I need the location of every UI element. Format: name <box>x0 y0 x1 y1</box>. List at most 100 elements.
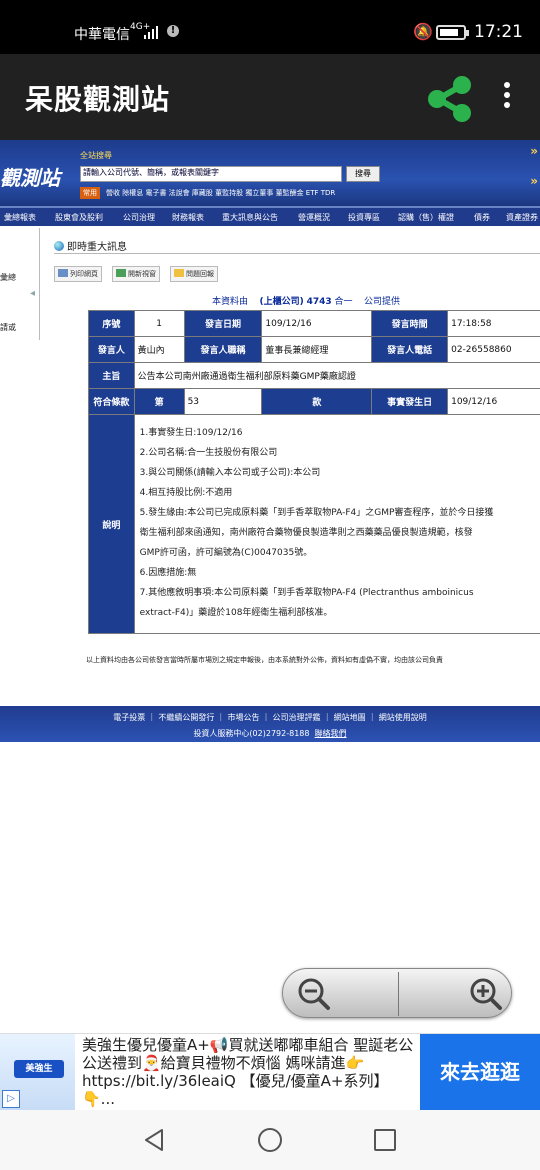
site-logo: 觀測站 <box>0 166 60 190</box>
nav-item[interactable]: 投資專區 <box>348 212 380 223</box>
date-value: 109/12/16 <box>261 310 373 337</box>
app-title: 呆股觀測站 <box>25 83 171 116</box>
sidebar-item[interactable]: 彙總 <box>0 272 16 283</box>
description-line: 7.其他應敘明事項:本公司原料藥「到手香萃取物PA-F4 (Plectranth… <box>139 588 474 598</box>
description-line: extract-F4)」藥證於108年經衛生福利部核准。 <box>139 608 333 618</box>
ad-cta-button[interactable]: 來去逛逛 <box>420 1034 540 1110</box>
webview: 觀測站 全站搜尋 請輸入公司代號、簡稱，或報表關鍵字 搜尋 常用 營收 除權息 … <box>0 140 540 1020</box>
nav-item[interactable]: 資產證券 <box>506 212 538 223</box>
speaker-label: 發言人 <box>88 336 135 363</box>
zoom-control <box>282 968 512 1018</box>
new-window-button[interactable]: 開新視窗 <box>112 266 160 282</box>
carrier-label: 中華電信 <box>74 27 130 43</box>
notifications-off-icon: 🔕 <box>413 22 433 41</box>
table-row: 主旨 公告本公司南州廠通過衛生福利部原料藥GMP藥廠認證 <box>88 362 540 389</box>
announcement-table: 序號 1 發言日期 109/12/16 發言時間 17:18:58 發言人 黃山… <box>88 310 540 634</box>
search-button[interactable]: 搜尋 <box>346 166 380 182</box>
description-line: 3.與公司關係(請輸入本公司或子公司):本公司 <box>139 468 321 478</box>
nav-item[interactable]: 財務報表 <box>172 212 204 223</box>
recent-apps-icon[interactable] <box>374 1129 396 1151</box>
service-center: 投資人服務中心(02)2792-8188 聯絡我們 <box>193 729 347 738</box>
footer-links[interactable]: 電子投票 ｜ 不繼續公開發行 ｜ 市場公告 ｜ 公司治理評鑑 ｜ 網站地圖 ｜ … <box>0 712 540 723</box>
table-row: 說明 1.事實發生日:109/12/16 2.公司名稱:合一生技股份有限公司 3… <box>88 414 540 634</box>
info-icon: ! <box>167 25 179 37</box>
nav-item[interactable]: 認購（售）權證 <box>398 212 454 223</box>
search-label: 全站搜尋 <box>80 151 112 160</box>
description-line: GMP許可函，許可編號為(C)0047035號。 <box>139 548 313 558</box>
contact-link[interactable]: 聯絡我們 <box>315 729 347 738</box>
event-date-value: 109/12/16 <box>447 388 540 415</box>
description-line: 衛生福利部來函通知，南州廠符合藥物優良製造準則之西藥藥品優良製造規範，核發 <box>139 528 473 538</box>
home-icon[interactable] <box>258 1128 282 1152</box>
clause-label: 符合條款 <box>88 388 135 415</box>
divider <box>54 253 540 254</box>
chevron-right-icon[interactable]: » <box>530 174 538 188</box>
ad-thumbnail[interactable]: 美強生 ▷ <box>0 1034 75 1110</box>
common-tag: 常用 <box>80 187 100 199</box>
description-line: 5.發生緣由:本公司已完成原料藥「到手香萃取物PA-F4」之GMP審查程序，並於… <box>139 508 494 518</box>
site-header: 觀測站 全站搜尋 請輸入公司代號、簡稱，或報表關鍵字 搜尋 常用 營收 除權息 … <box>0 140 540 206</box>
event-date-label: 事實發生日 <box>371 388 449 415</box>
description-line: 4.相互持股比例:不適用 <box>139 488 233 498</box>
time-label: 發言時間 <box>371 310 449 337</box>
date-label: 發言日期 <box>183 310 263 337</box>
globe-icon <box>54 241 64 251</box>
ad-brand-logo: 美強生 <box>14 1060 64 1078</box>
mail-icon <box>174 269 184 277</box>
battery-icon <box>436 25 469 40</box>
ad-banner[interactable]: 美強生 ▷ 美強生優兒優童A+📢買就送嘟嘟車組合 聖誕老公公送禮到🎅給寶貝禮物不… <box>0 1033 540 1110</box>
ad-text[interactable]: 美強生優兒優童A+📢買就送嘟嘟車組合 聖誕老公公送禮到🎅給寶貝禮物不煩惱 媽咪請… <box>82 1036 416 1108</box>
phone-label: 發言人電話 <box>371 336 449 363</box>
nav-item[interactable]: 股東會及股利 <box>55 212 103 223</box>
description-cell: 1.事實發生日:109/12/16 2.公司名稱:合一生技股份有限公司 3.與公… <box>133 414 540 634</box>
clause-number: 53 <box>183 388 263 415</box>
subject-label: 主旨 <box>88 362 135 389</box>
table-row: 發言人 黃山內 發言人職稱 董事長兼總經理 發言人電話 02-26558860 <box>88 336 540 363</box>
nav-item[interactable]: 債券 <box>474 212 490 223</box>
zoom-out-icon[interactable] <box>297 977 331 1011</box>
share-icon[interactable] <box>425 74 475 124</box>
more-options-icon[interactable] <box>500 82 514 112</box>
sidebar: 彙總 ◂ 請或 <box>0 228 40 340</box>
site-footer: 電子投票 ｜ 不繼續公開發行 ｜ 市場公告 ｜ 公司治理評鑑 ｜ 網站地圖 ｜ … <box>0 706 540 742</box>
window-icon <box>116 269 126 277</box>
ad-choices-icon[interactable]: ▷ <box>2 1090 20 1108</box>
printer-icon <box>58 269 68 277</box>
nav-item[interactable]: 公司治理 <box>123 212 155 223</box>
seq-label: 序號 <box>88 310 135 337</box>
description-label: 說明 <box>88 414 135 634</box>
quick-links[interactable]: 營收 除權息 電子書 法說會 庫藏股 董監持股 獨立董事 董監酬金 ETF TD… <box>106 188 335 198</box>
speaker-value: 黃山內 <box>133 336 185 363</box>
nav-item[interactable]: 重大訊息與公告 <box>222 212 278 223</box>
description-line: 2.公司名稱:合一生技股份有限公司 <box>139 448 278 458</box>
clause-prefix: 第 <box>133 388 185 415</box>
speaker-title-label: 發言人職稱 <box>183 336 263 363</box>
search-input[interactable]: 請輸入公司代號、簡稱，或報表關鍵字 <box>80 166 342 182</box>
source-line: 本資料由 (上櫃公司) 4743 合一 公司提供 <box>212 297 400 307</box>
seq-value: 1 <box>133 310 185 337</box>
system-nav-bar <box>0 1110 540 1170</box>
nav-item[interactable]: 彙總報表 <box>4 212 36 223</box>
description-body: 1.事實發生日:109/12/16 2.公司名稱:合一生技股份有限公司 3.與公… <box>138 415 540 633</box>
clock: 17:21 <box>474 22 523 42</box>
sidebar-item[interactable]: 請或 <box>0 322 16 333</box>
speaker-title-value: 董事長兼總經理 <box>261 336 373 363</box>
nav-item[interactable]: 營運概況 <box>298 212 330 223</box>
table-row: 符合條款 第 53 款 事實發生日 109/12/16 <box>88 388 540 415</box>
chevron-right-icon[interactable]: » <box>530 144 538 158</box>
status-bar: 中華電信 4G+ ! 🔕 17:21 <box>0 0 540 54</box>
feedback-button[interactable]: 問題回報 <box>170 266 218 282</box>
subject-value: 公告本公司南州廠通過衛生福利部原料藥GMP藥廠認證 <box>133 362 540 389</box>
clause-suffix: 款 <box>261 388 373 415</box>
time-value: 17:18:58 <box>447 310 540 337</box>
print-button[interactable]: 列印網頁 <box>54 266 102 282</box>
back-icon[interactable] <box>142 1128 166 1152</box>
main-nav: 彙總報表 股東會及股利 公司治理 財務報表 重大訊息與公告 營運概況 投資專區 … <box>0 206 540 226</box>
zoom-in-icon[interactable] <box>469 977 503 1011</box>
page-title: 即時重大訊息 <box>54 238 127 253</box>
description-line: 6.因應措施:無 <box>139 568 197 578</box>
app-bar: 呆股觀測站 <box>0 54 540 140</box>
description-line: 1.事實發生日:109/12/16 <box>139 428 243 438</box>
collapse-arrow-icon[interactable]: ◂ <box>30 288 35 299</box>
table-row: 序號 1 發言日期 109/12/16 發言時間 17:18:58 <box>88 310 540 337</box>
